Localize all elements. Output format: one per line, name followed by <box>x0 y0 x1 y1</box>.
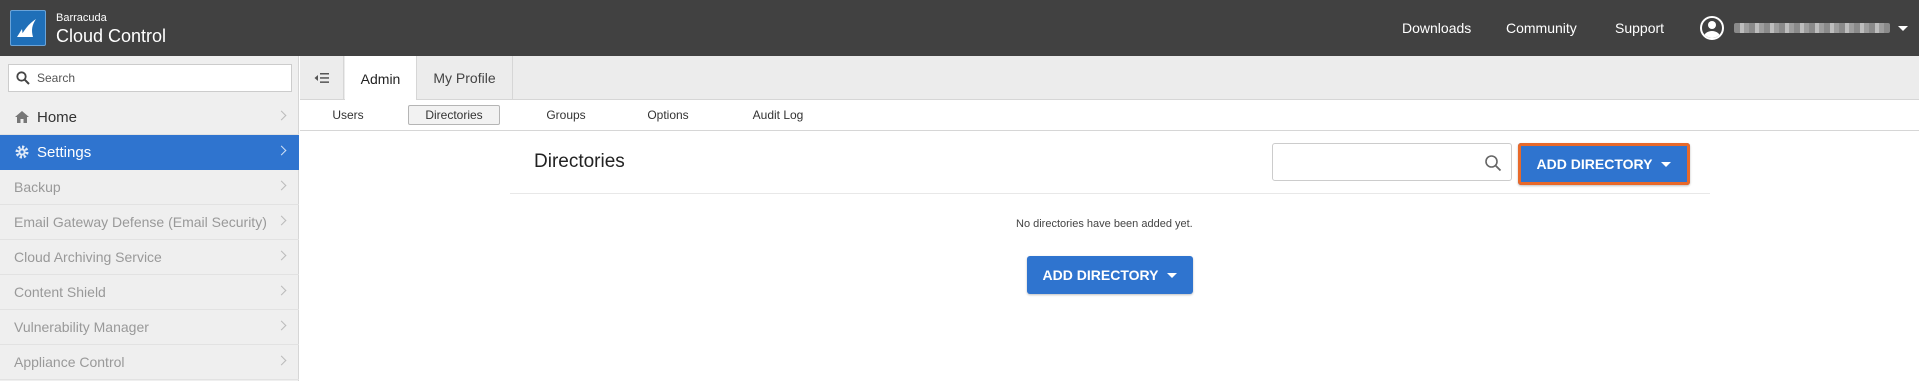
sidebar-item-settings[interactable]: Settings <box>0 135 299 170</box>
brand-name-product: Cloud Control <box>56 26 167 46</box>
sidebar-item-label: Backup <box>14 179 61 195</box>
subtab-options[interactable]: Options <box>636 105 700 125</box>
sidebar-item-vulnerability-manager[interactable]: Vulnerability Manager <box>0 310 299 345</box>
sidebar-item-label: Vulnerability Manager <box>14 319 149 335</box>
nav-community[interactable]: Community <box>1506 0 1577 56</box>
sidebar-item-label: Settings <box>37 143 92 161</box>
user-avatar-icon <box>1700 16 1724 40</box>
subtab-users[interactable]: Users <box>320 105 376 125</box>
sidebar-search-input[interactable] <box>37 69 282 87</box>
page-title: Directories <box>534 151 625 172</box>
nav-support[interactable]: Support <box>1615 0 1664 56</box>
chevron-right-icon <box>276 320 287 331</box>
chevron-down-icon <box>1167 272 1178 278</box>
gear-icon <box>15 145 29 159</box>
sidebar: Home Settings Backup Email Gateway Defen… <box>0 56 299 381</box>
sidebar-item-cloud-archiving-service[interactable]: Cloud Archiving Service <box>0 240 299 275</box>
barracuda-logo-icon[interactable] <box>10 10 46 46</box>
tab-admin[interactable]: Admin <box>345 56 417 101</box>
sub-tab-bar: Users Directories Groups Options Audit L… <box>300 100 1919 131</box>
chevron-right-icon <box>276 110 287 121</box>
user-menu[interactable] <box>1700 14 1908 42</box>
sidebar-item-label: Content Shield <box>14 284 106 300</box>
subtab-groups[interactable]: Groups <box>536 105 596 125</box>
sidebar-item-home[interactable]: Home <box>0 100 299 135</box>
top-header: Barracuda Cloud Control Downloads Commun… <box>0 0 1919 56</box>
directory-search[interactable] <box>1272 143 1512 181</box>
brand-name-small: Barracuda <box>56 12 107 24</box>
sidebar-item-label: Appliance Control <box>14 354 125 370</box>
chevron-right-icon <box>276 355 287 366</box>
sidebar-item-label: Cloud Archiving Service <box>14 249 162 265</box>
search-icon[interactable] <box>1484 154 1502 172</box>
chevron-down-icon <box>1661 161 1672 167</box>
sidebar-item-content-shield[interactable]: Content Shield <box>0 275 299 310</box>
chevron-right-icon <box>276 180 287 191</box>
tab-my-profile[interactable]: My Profile <box>417 56 513 100</box>
chevron-right-icon <box>276 250 287 261</box>
add-directory-button-empty-state[interactable]: ADD DIRECTORY <box>1027 256 1193 294</box>
directory-search-input[interactable] <box>1281 153 1471 171</box>
divider <box>510 193 1710 194</box>
subtab-audit-log[interactable]: Audit Log <box>746 105 810 125</box>
sidebar-search[interactable] <box>8 64 292 92</box>
chevron-right-icon <box>276 285 287 296</box>
chevron-right-icon <box>276 215 287 226</box>
chevron-down-icon <box>1898 25 1908 31</box>
sidebar-item-email-gateway-defense[interactable]: Email Gateway Defense (Email Security) <box>0 205 299 240</box>
home-icon <box>15 111 29 123</box>
subtab-directories[interactable]: Directories <box>408 105 500 125</box>
collapse-sidebar-button[interactable] <box>300 56 344 100</box>
sidebar-item-label: Email Gateway Defense (Email Security) <box>14 214 267 230</box>
sidebar-item-appliance-control[interactable]: Appliance Control <box>0 345 299 380</box>
add-directory-button[interactable]: ADD DIRECTORY <box>1518 143 1690 185</box>
user-name-redacted <box>1734 23 1890 33</box>
sidebar-item-label: Home <box>37 108 78 126</box>
sidebar-item-backup[interactable]: Backup <box>0 170 299 205</box>
chevron-right-icon <box>276 145 287 156</box>
collapse-menu-icon <box>314 73 329 83</box>
empty-state-message: No directories have been added yet. <box>1016 218 1193 230</box>
nav-downloads[interactable]: Downloads <box>1402 0 1471 56</box>
search-icon <box>16 71 30 85</box>
tab-bar: Admin My Profile <box>300 56 1919 101</box>
